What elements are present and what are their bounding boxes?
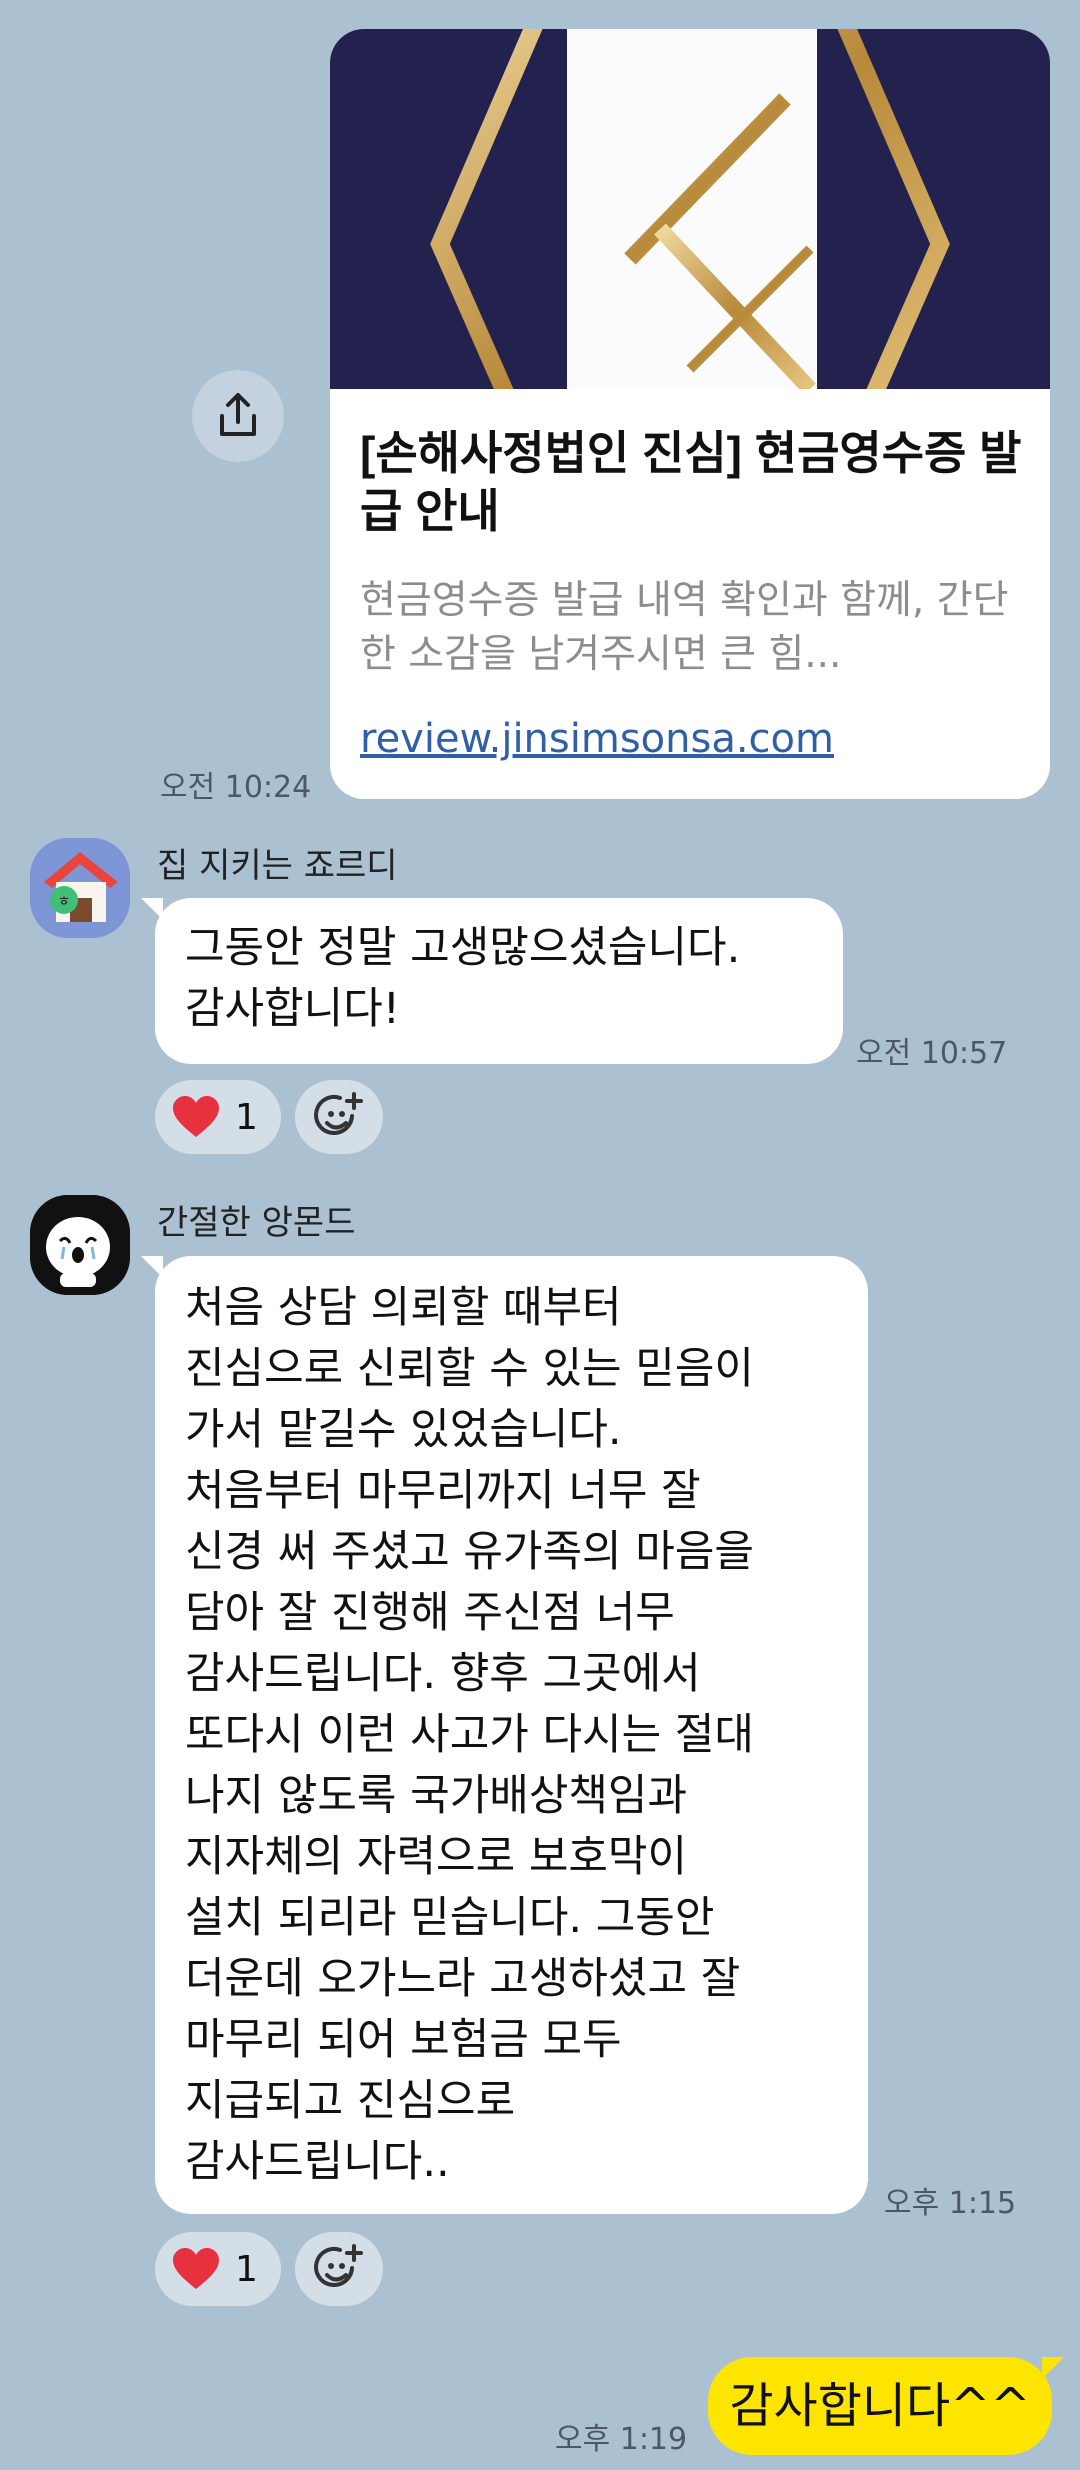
link-title: [손해사정법인 진심] 현금영수증 발급 안내 [360, 427, 1022, 537]
heart-icon [173, 2248, 219, 2289]
share-icon [220, 393, 256, 436]
add-emoji-icon [314, 2244, 363, 2287]
message-time: 오후 1:15 [884, 2186, 1017, 2221]
sender-name: 집 지키는 죠르디 [157, 846, 398, 886]
link-preview-image [330, 29, 1050, 389]
add-reaction-button[interactable] [295, 2232, 383, 2306]
house-character-avatar: ㅎ [30, 838, 130, 938]
message-time: 오전 10:57 [856, 1036, 1008, 1071]
message-bubble[interactable]: 그동안 정말 고생많으셨습니다. 감사합니다! [141, 898, 843, 1064]
my-message-bubble[interactable]: 감사합니다^^ [708, 2357, 1064, 2455]
company-logo [430, 29, 950, 389]
message-text: 처음 상담 의뢰할 때부터 진심으로 신뢰할 수 있는 믿음이 가서 맡길수 있… [185, 1283, 754, 2187]
message-text: 감사합니다^^ [729, 2378, 1031, 2434]
link-preview-card[interactable]: [손해사정법인 진심] 현금영수증 발급 안내 현금영수증 발급 내역 확인과 … [330, 29, 1050, 799]
message-time: 오후 1:19 [555, 2422, 688, 2457]
heart-reaction[interactable]: 1 [155, 1080, 281, 1154]
svg-text:ㅎ: ㅎ [58, 894, 71, 910]
avatar[interactable]: ㅎ [30, 838, 130, 938]
crying-character-avatar [30, 1195, 130, 1295]
link-url[interactable]: review.jinsimsonsa.com [360, 716, 834, 762]
heart-icon [173, 1096, 219, 1137]
message-time: 오전 10:24 [160, 770, 312, 805]
reaction-count: 1 [235, 1096, 258, 1138]
avatar[interactable] [30, 1195, 130, 1295]
sender-name: 간절한 앙몬드 [157, 1203, 356, 1243]
message-text: 그동안 정말 고생많으셨습니다. 감사합니다! [185, 923, 741, 1034]
message-bubble[interactable]: 처음 상담 의뢰할 때부터 진심으로 신뢰할 수 있는 믿음이 가서 맡길수 있… [141, 1256, 868, 2214]
add-reaction-button[interactable] [295, 1080, 383, 1154]
share-button[interactable] [192, 370, 284, 462]
reaction-count: 1 [235, 2248, 258, 2290]
heart-reaction[interactable]: 1 [155, 2232, 281, 2306]
link-description: 현금영수증 발급 내역 확인과 함께, 간단한 소감을 남겨주시면 큰 힘... [360, 578, 1009, 677]
add-emoji-icon [314, 1092, 363, 1135]
